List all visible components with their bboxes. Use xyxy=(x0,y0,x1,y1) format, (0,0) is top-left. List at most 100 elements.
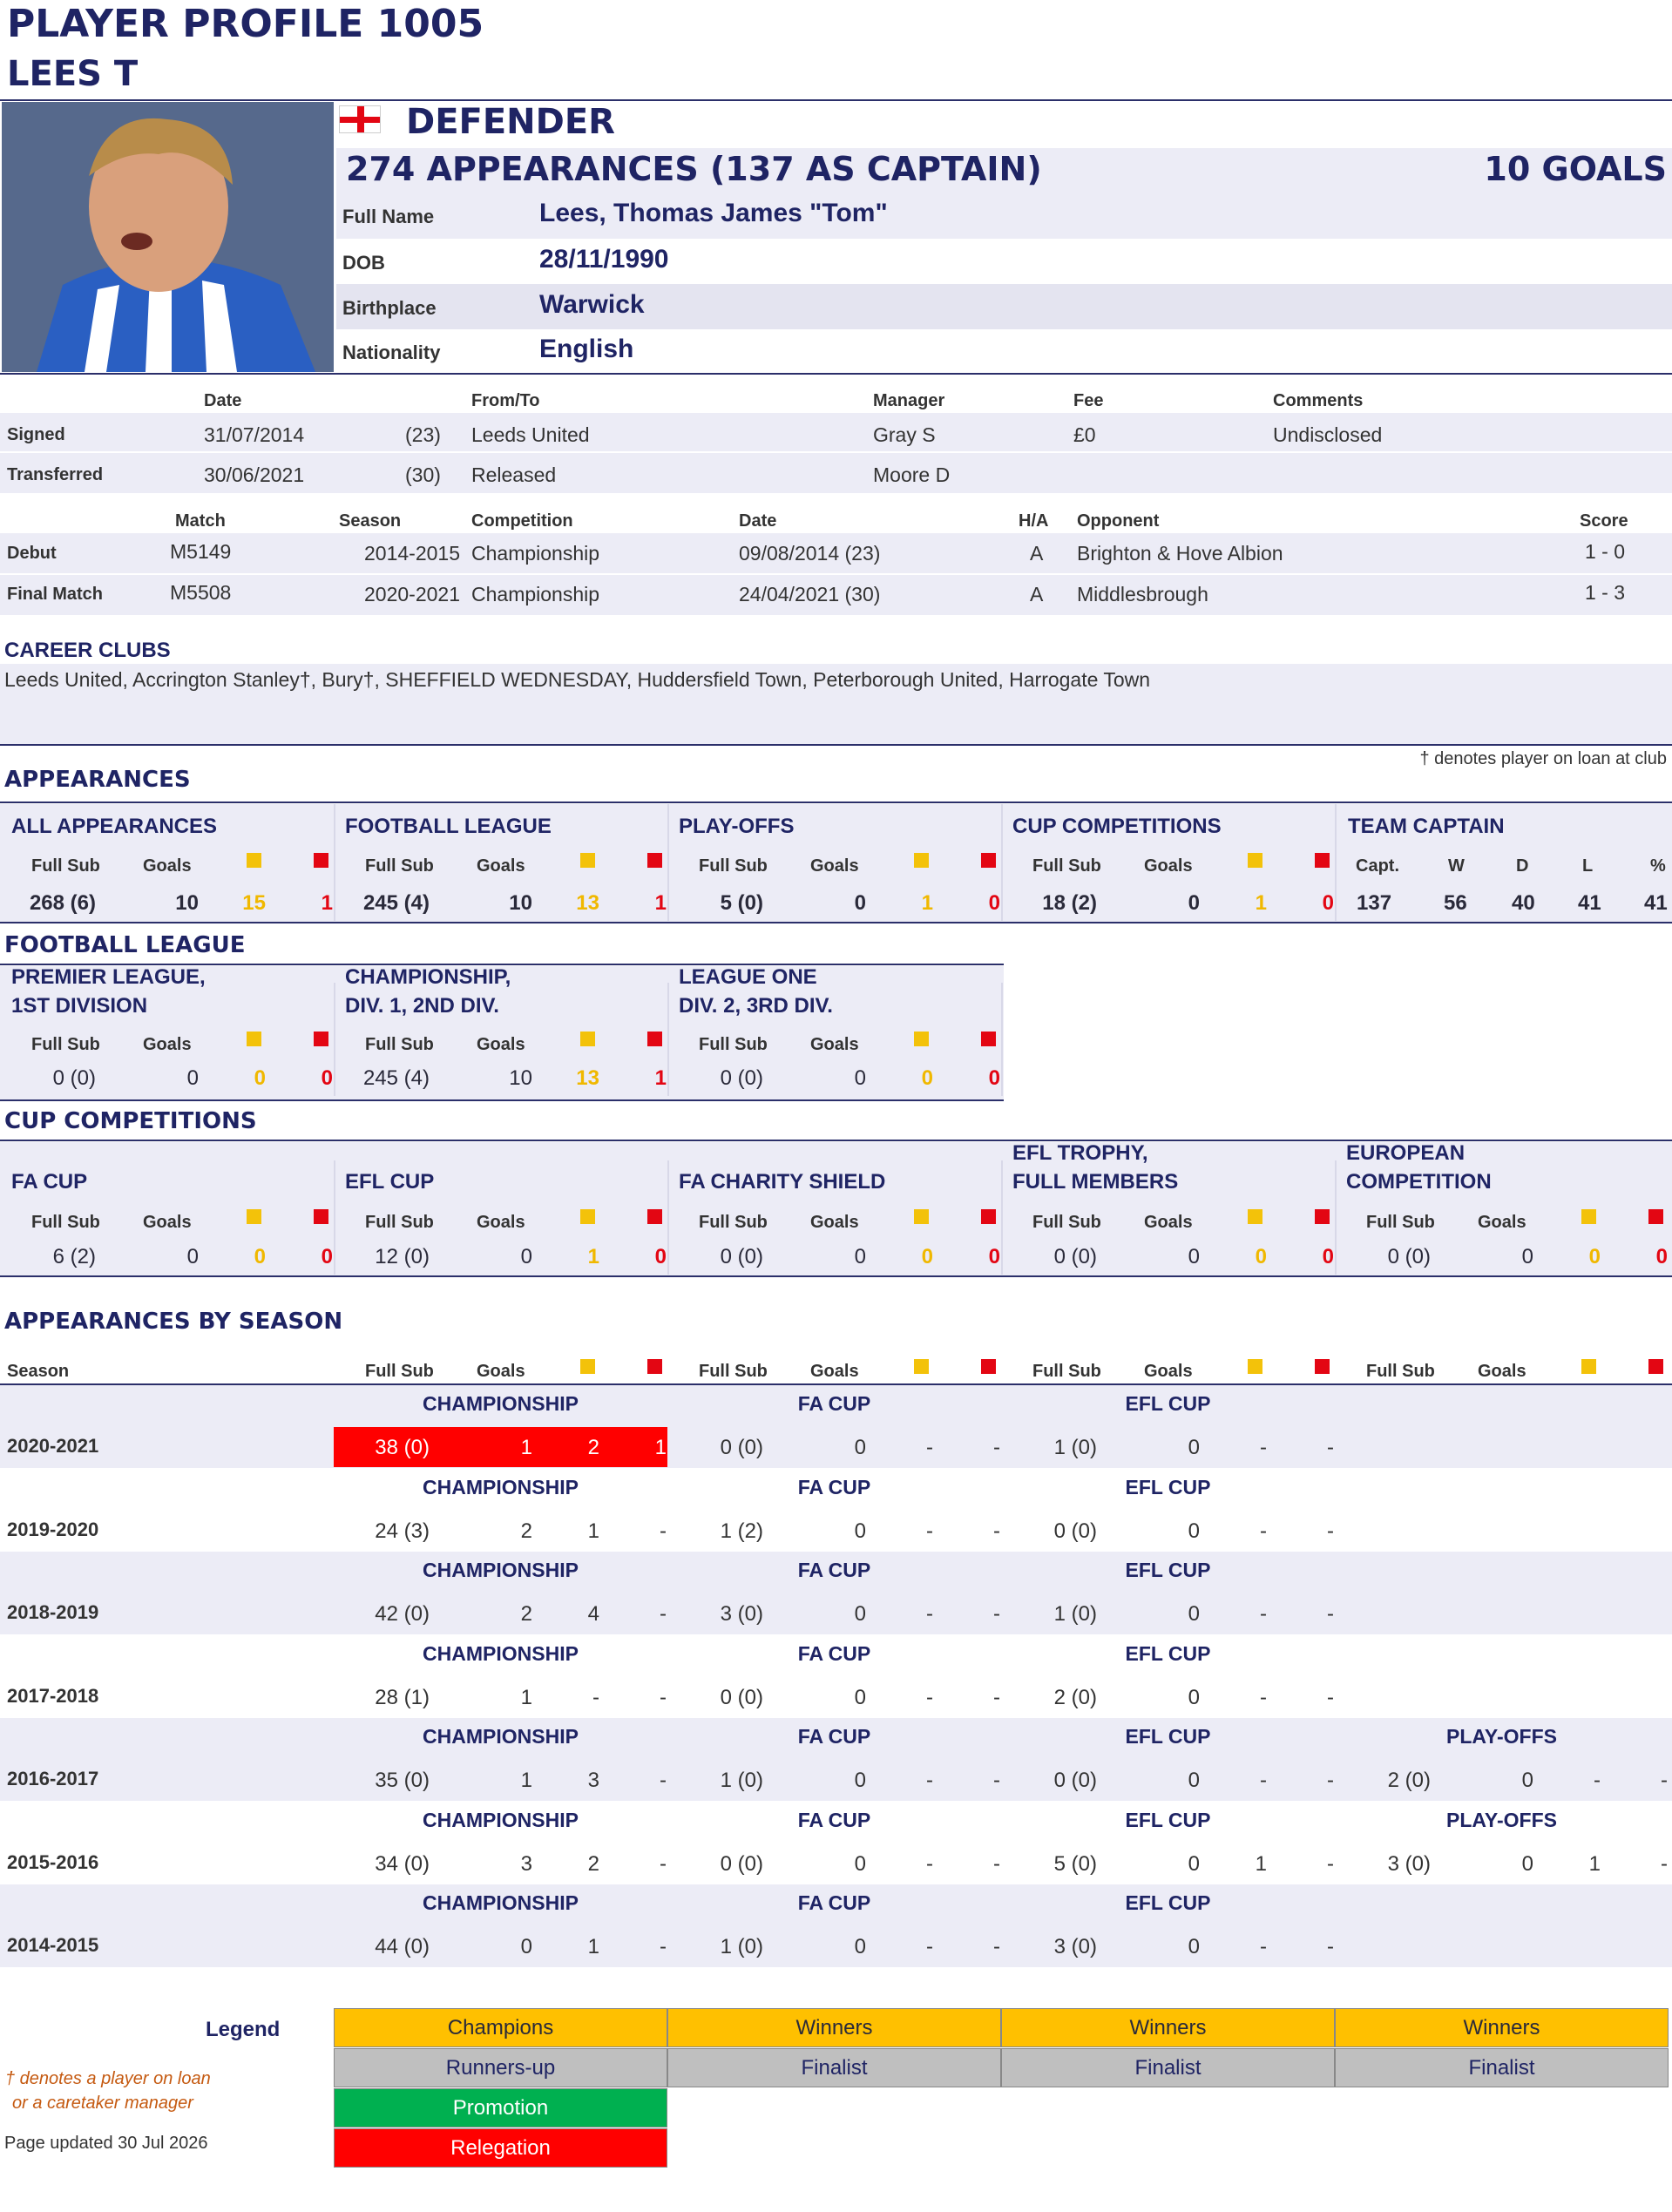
legend-note-1: † denotes a player on loan xyxy=(5,2069,211,2088)
match-score: 1 - 3 xyxy=(1585,581,1626,604)
block-divider xyxy=(1001,804,1003,921)
goals-value: 10 xyxy=(175,891,199,915)
red-card-icon xyxy=(1648,1209,1663,1224)
match-score: 1 - 0 xyxy=(1585,540,1626,563)
legend-title: Legend xyxy=(206,2018,281,2041)
red-card-icon xyxy=(314,853,328,868)
match-ha: A xyxy=(1030,542,1044,565)
season-competition: CHAMPIONSHIP xyxy=(423,1725,579,1748)
yellow-card-icon xyxy=(247,1032,261,1046)
block-title-line2: EFL CUP xyxy=(345,1170,435,1194)
red-card-icon xyxy=(647,1032,662,1046)
yellow-count: 15 xyxy=(242,891,266,915)
season-competition: FA CUP xyxy=(797,1392,871,1415)
full-sub-value: 268 (6) xyxy=(29,891,96,915)
season-goals: 0 xyxy=(1521,1769,1533,1792)
red-card-icon xyxy=(314,1209,328,1224)
season-red: - xyxy=(993,1685,1000,1709)
captain-header-d: D xyxy=(1516,856,1529,876)
legend-champions: Winners xyxy=(667,2008,1001,2047)
block-title: FOOTBALL LEAGUE xyxy=(345,815,552,838)
season-full-sub: 1 (0) xyxy=(720,1769,763,1792)
full-sub-header: Full Sub xyxy=(31,856,100,876)
season-yellow: - xyxy=(926,1602,933,1626)
block-title-line2: DIV. 1, 2ND DIV. xyxy=(345,994,499,1018)
transfer-manager: Moore D xyxy=(873,463,951,486)
england-flag-icon xyxy=(339,105,381,133)
season-full-sub: 1 (0) xyxy=(1053,1436,1097,1459)
legend-champions: Winners xyxy=(1335,2008,1669,2047)
transfer-comments: Undisclosed xyxy=(1273,423,1383,446)
block-title-line2: FA CUP xyxy=(11,1170,88,1194)
season-competition: FA CUP xyxy=(797,1641,871,1665)
match-header-opponent: Opponent xyxy=(1077,511,1160,531)
page-title: PLAYER PROFILE 1005 xyxy=(7,2,484,46)
full-sub-value: 0 (0) xyxy=(1053,1245,1097,1268)
season-competition: EFL CUP xyxy=(1125,1808,1211,1831)
match-date: 24/04/2021 (30) xyxy=(739,583,881,605)
full-sub-value: 5 (0) xyxy=(720,891,763,915)
match-opponent: Middlesbrough xyxy=(1077,583,1208,605)
season-competition: EFL CUP xyxy=(1125,1475,1211,1498)
match-competition: Championship xyxy=(471,542,600,565)
yellow-count: 0 xyxy=(921,1245,933,1268)
block-title-line2: FA CHARITY SHIELD xyxy=(679,1170,886,1194)
transfer-age: (23) xyxy=(405,423,441,446)
season-goals: 0 xyxy=(854,1769,866,1792)
by-season-heading: APPEARANCES BY SEASON xyxy=(4,1309,343,1335)
season-full-sub: 0 (0) xyxy=(720,1436,763,1459)
season-label: 2019-2020 xyxy=(7,1518,99,1540)
season-competition: FA CUP xyxy=(797,1559,871,1581)
season-red: - xyxy=(660,1935,667,1958)
yellow-count: 0 xyxy=(1255,1245,1267,1268)
transfer-row-label: Transferred xyxy=(7,465,104,484)
season-red: 1 xyxy=(654,1436,667,1459)
season-goals: 0 xyxy=(854,1685,866,1709)
block-divider xyxy=(334,1160,335,1275)
match-opponent: Brighton & Hove Albion xyxy=(1077,542,1283,565)
season-red: - xyxy=(993,1519,1000,1543)
goals-value: 10 xyxy=(509,891,532,915)
season-full-sub: 3 (0) xyxy=(1053,1935,1097,1958)
season-yellow: - xyxy=(926,1935,933,1958)
season-red: - xyxy=(1327,1851,1334,1876)
season-full-sub: 44 (0) xyxy=(375,1935,430,1958)
season-full-sub: 1 (2) xyxy=(720,1519,763,1543)
block-title-line1: EFL TROPHY, xyxy=(1012,1141,1148,1165)
red-count: 0 xyxy=(1322,891,1334,915)
season-full-sub: 34 (0) xyxy=(375,1851,430,1876)
season-goals: 0 xyxy=(1188,1519,1200,1543)
season-competition: FA CUP xyxy=(797,1808,871,1831)
yellow-card-icon xyxy=(247,1209,261,1224)
season-goals: 0 xyxy=(520,1935,532,1958)
season-red: - xyxy=(660,1602,667,1626)
transfer-header-comments: Comments xyxy=(1273,391,1364,410)
season-label: 2014-2015 xyxy=(7,1934,99,1956)
yellow-card-icon xyxy=(1581,1359,1596,1374)
season-yellow: - xyxy=(1260,1935,1267,1958)
full-sub-header: Full Sub xyxy=(699,1213,768,1232)
season-yellow: 2 xyxy=(587,1851,599,1876)
yellow-card-icon xyxy=(914,1209,929,1224)
season-red: - xyxy=(1327,1602,1334,1626)
full-sub-value: 0 (0) xyxy=(720,1245,763,1268)
red-count: 0 xyxy=(654,1245,667,1268)
legend-champions: Champions xyxy=(334,2008,667,2047)
full-sub-value: 0 (0) xyxy=(52,1066,96,1090)
red-count: 0 xyxy=(988,891,1000,915)
red-card-icon xyxy=(1315,1359,1330,1374)
season-red: - xyxy=(993,1769,1000,1792)
match-id: M5508 xyxy=(170,581,232,604)
season-red: - xyxy=(993,1436,1000,1459)
field-label: DOB xyxy=(342,252,385,274)
full-sub-header: Full Sub xyxy=(1366,1362,1435,1381)
season-yellow: - xyxy=(1260,1769,1267,1792)
position: DEFENDER xyxy=(406,102,615,142)
block-divider xyxy=(334,804,335,921)
yellow-count: 0 xyxy=(1588,1245,1601,1268)
yellow-count: 0 xyxy=(921,1066,933,1090)
full-sub-value: 0 (0) xyxy=(720,1066,763,1090)
full-sub-header: Full Sub xyxy=(1366,1213,1435,1232)
goals-value: 0 xyxy=(520,1245,532,1268)
block-divider xyxy=(1001,983,1003,1096)
